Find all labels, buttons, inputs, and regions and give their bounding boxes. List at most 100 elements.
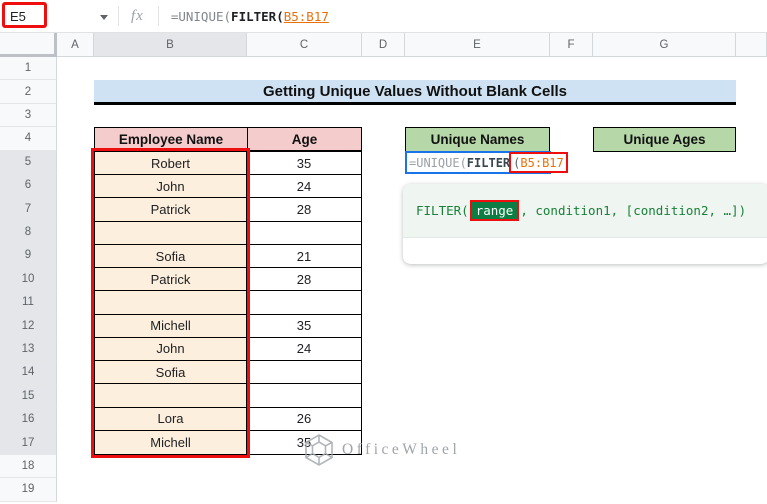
formula-bar-input[interactable]: =UNIQUE(FILTER(B5:B17 — [171, 9, 329, 24]
row-header-1[interactable]: 1 — [0, 57, 57, 81]
fx-icon: fx — [131, 7, 144, 24]
table-row: Patrick 28 — [95, 268, 361, 292]
officewheel-logo-icon — [305, 434, 333, 466]
employee-name-cell[interactable]: Patrick — [95, 198, 247, 221]
table-row — [95, 221, 361, 245]
formula-prefix: =UNIQUE( — [170, 8, 232, 24]
employee-table-header-row: Employee Name Age — [94, 127, 362, 151]
formula-bar: E5 fx =UNIQUE(FILTER(B5:B17 — [0, 0, 767, 33]
age-header-cell[interactable]: Age — [248, 128, 361, 150]
employee-name-cell[interactable] — [95, 384, 247, 407]
employee-name-cell[interactable]: Patrick — [95, 268, 247, 291]
watermark: OfficeWheel — [300, 431, 460, 469]
google-sheets-window: E5 fx =UNIQUE(FILTER(B5:B17 ABCDEFG 1234… — [0, 0, 767, 504]
divider — [157, 6, 159, 26]
column-header-G[interactable]: G — [593, 33, 736, 57]
employee-name-cell[interactable]: Sofia — [95, 361, 247, 384]
employee-name-cell[interactable]: Lora — [95, 407, 247, 430]
row-header-11[interactable]: 11 — [0, 291, 57, 315]
row-header-15[interactable]: 15 — [0, 384, 57, 408]
tooltip-signature: FILTER(range, condition1, [condition2, …… — [403, 184, 767, 238]
cell-formula-prefix: =UNIQUE( — [409, 155, 467, 170]
row-header-18[interactable]: 18 — [0, 454, 57, 479]
unique-names-header-cell[interactable]: Unique Names — [405, 127, 550, 152]
column-header-D[interactable]: D — [362, 33, 405, 57]
row-header-6[interactable]: 6 — [0, 174, 57, 198]
table-row: Sofia 21 — [95, 244, 361, 269]
table-row: John 24 — [95, 337, 361, 362]
age-cell[interactable]: 35 — [247, 314, 361, 337]
tooltip-after-text: , condition1, [condition2, …]) — [520, 203, 747, 218]
name-box-value: E5 — [10, 8, 26, 24]
employee-name-cell[interactable]: Sofia — [95, 244, 247, 268]
employee-name-cell[interactable]: John — [95, 337, 247, 361]
column-header-partial[interactable] — [736, 33, 767, 57]
cell-formula-paren: ( — [513, 155, 521, 170]
chevron-down-icon[interactable] — [100, 14, 108, 20]
table-row: John 24 — [95, 175, 361, 199]
unique-ages-header-cell[interactable]: Unique Ages — [593, 127, 736, 152]
tooltip-before-text: FILTER( — [416, 203, 469, 218]
row-header-10[interactable]: 10 — [0, 267, 57, 291]
cell-formula-text: =UNIQUE(FILTER(B5:B17 — [407, 152, 568, 173]
age-cell[interactable]: 28 — [247, 268, 361, 291]
tooltip-highlighted-arg: range — [471, 202, 518, 219]
employee-name-cell[interactable]: John — [95, 175, 247, 198]
column-header-F[interactable]: F — [550, 33, 593, 57]
age-cell[interactable]: 24 — [247, 337, 361, 361]
age-cell[interactable]: 24 — [247, 175, 361, 198]
table-row: Sofia — [95, 361, 361, 385]
row-header-5[interactable]: 5 — [0, 150, 57, 174]
name-box[interactable]: E5 — [0, 0, 118, 33]
employee-table: Robert 35 John 24 Patrick 28 Sofia 21 Patrick 28 M… — [94, 151, 362, 455]
row-header-4[interactable]: 4 — [0, 127, 57, 151]
spreadsheet-grid: ABCDEFG 1 2 3 4 5 6 7 8 9 10 11 12 13 14 15 16 17 18 19 Ge… — [0, 33, 767, 504]
table-row — [95, 291, 361, 315]
age-cell[interactable] — [247, 361, 361, 384]
cell-range-red-annotation: (B5:B17 — [509, 152, 568, 173]
row-header-8[interactable]: 8 — [0, 220, 57, 245]
divider — [118, 6, 119, 26]
tooltip-range-red-annotation: range — [469, 200, 520, 221]
column-header-C[interactable]: C — [247, 33, 362, 57]
row-header-16[interactable]: 16 — [0, 408, 57, 432]
column-header-B[interactable]: B — [94, 33, 247, 57]
age-cell[interactable]: 26 — [247, 407, 361, 430]
age-cell[interactable]: 35 — [247, 152, 361, 175]
row-header-9[interactable]: 9 — [0, 244, 57, 268]
row-header-12[interactable]: 12 — [0, 314, 57, 338]
employee-name-header-cell[interactable]: Employee Name — [95, 128, 248, 150]
formula-function: FILTER( — [231, 8, 284, 24]
column-header-E[interactable]: E — [405, 33, 550, 57]
employee-name-cell[interactable] — [95, 291, 247, 314]
employee-name-cell[interactable]: Robert — [95, 152, 247, 175]
tooltip-empty-section — [403, 238, 767, 263]
column-header-A[interactable]: A — [57, 33, 94, 57]
age-cell[interactable] — [247, 384, 361, 407]
watermark-text: OfficeWheel — [342, 441, 461, 458]
row-header-2[interactable]: 2 — [0, 80, 57, 104]
row-header-17[interactable]: 17 — [0, 431, 57, 455]
table-row: Patrick 28 — [95, 198, 361, 222]
table-row — [95, 384, 361, 408]
row-header-3[interactable]: 3 — [0, 103, 57, 128]
age-cell[interactable] — [247, 291, 361, 314]
title-banner[interactable]: Getting Unique Values Without Blank Cell… — [94, 80, 736, 105]
cell-formula-range: B5:B17 — [520, 155, 564, 170]
select-all-corner[interactable] — [0, 33, 57, 57]
active-cell-e5[interactable]: =UNIQUE(FILTER(B5:B17 — [405, 151, 568, 174]
employee-name-cell[interactable]: Michell — [95, 430, 247, 455]
age-cell[interactable]: 28 — [247, 198, 361, 221]
employee-name-cell[interactable]: Michell — [95, 314, 247, 337]
age-cell[interactable]: 21 — [247, 244, 361, 268]
formula-range-reference: B5:B17 — [283, 8, 329, 24]
row-header-13[interactable]: 13 — [0, 337, 57, 362]
table-row: Michell 35 — [95, 314, 361, 338]
formula-help-tooltip: FILTER(range, condition1, [condition2, …… — [403, 184, 767, 264]
row-header-7[interactable]: 7 — [0, 197, 57, 221]
employee-name-cell[interactable] — [95, 221, 247, 244]
age-cell[interactable] — [247, 221, 361, 244]
row-header-19[interactable]: 19 — [0, 478, 57, 502]
table-row: Robert 35 — [95, 152, 361, 176]
row-header-14[interactable]: 14 — [0, 361, 57, 385]
